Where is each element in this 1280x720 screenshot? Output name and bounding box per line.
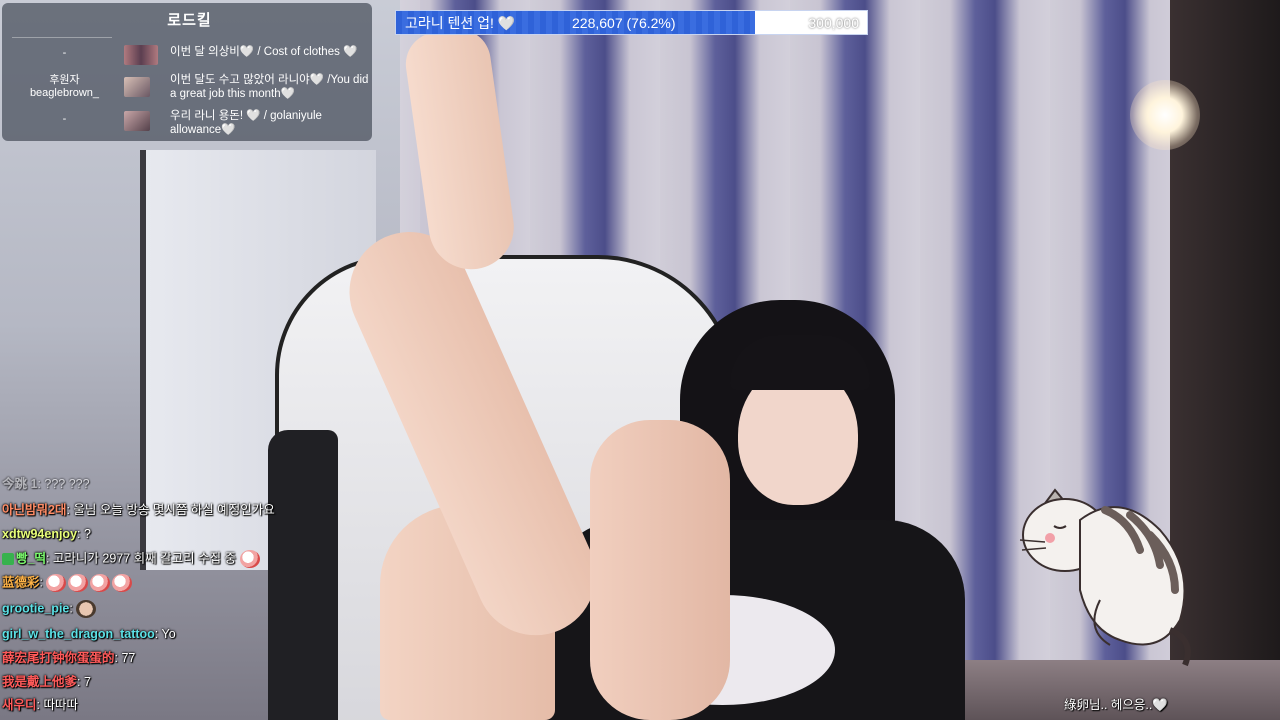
chat-text: : 77 <box>114 651 136 665</box>
goal-current-count: 228,607 (76.2%) <box>572 15 676 31</box>
donor-message-text: 이번 달 의상비🤍 / Cost of clothes 🤍 <box>170 46 358 58</box>
chat-text: : Yo <box>154 627 176 641</box>
chat-text: : <box>39 575 43 590</box>
checkmark-badge-icon <box>2 553 14 565</box>
bottom-right-message: 綠卵님.. 헤으응..🤍 <box>1064 698 1168 712</box>
chat-text: : 7 <box>77 675 91 689</box>
donor-thumbnail <box>124 111 150 131</box>
chat-text: : <box>69 601 73 616</box>
cat-sticker-icon <box>1019 488 1191 667</box>
emote-icon <box>90 574 111 592</box>
chat-username: 새우디 <box>2 698 37 712</box>
chat-username: grootie_pie <box>2 601 70 616</box>
emote-icon <box>68 574 89 592</box>
donor-username: beaglebrown_ <box>29 87 100 99</box>
ring-light-icon <box>1130 80 1200 150</box>
chat-username: 蓝德彩 <box>2 575 40 590</box>
emote-icon <box>76 600 97 618</box>
emote-icon <box>46 574 67 592</box>
chat-message: 今跳 1: ??? ??? <box>2 476 90 492</box>
chat-message: 薛宏尾打钟你蛋蛋的: 77 <box>2 650 135 666</box>
chat-username: 我是戴上他爹 <box>2 675 78 689</box>
donor-divider <box>12 37 112 38</box>
streamer-leg-lower <box>590 420 730 720</box>
donor-thumbnail <box>124 45 158 65</box>
donor-left-dash-2: - <box>62 113 67 125</box>
chat-message: xdtw94enjoy: ? <box>2 526 91 542</box>
donor-ranking-panel: 로드킬 - 후원자 beaglebrown_ - 이번 달 의상비🤍 / Cos… <box>2 3 372 141</box>
chat-message: 蓝德彩: <box>2 574 134 592</box>
streamer-bangs <box>730 335 870 390</box>
chat-text: : 고라니가 2977 회째 갈고리 수집 중 <box>45 551 237 566</box>
donor-role-label: 후원자 <box>49 74 80 86</box>
chat-message: grootie_pie: <box>2 600 98 618</box>
goal-title: 고라니 텐션 업! 🤍 <box>405 15 516 31</box>
donor-left-dash: - <box>62 47 67 59</box>
chat-username: 今跳 1 <box>2 477 38 491</box>
chat-message: girl_w_the_dragon_tattoo: Yo <box>2 626 176 642</box>
chat-message: 我是戴上他爹: 7 <box>2 674 91 690</box>
chat-text: : ? <box>77 527 91 541</box>
donor-thumbnail <box>124 77 150 97</box>
donor-message-text: 이번 달도 수고 많았어 라니야🤍 /You did a great job t… <box>170 74 369 100</box>
chat-username: girl_w_the_dragon_tattoo <box>2 627 155 641</box>
chat-username: xdtw94enjoy <box>2 527 78 541</box>
chat-text: : 따따따 <box>36 698 78 712</box>
chat-text: : 울님 오늘 방송 몇시쯤 하실 예정인가요 <box>66 503 275 517</box>
chat-message: 새우디: 따따따 <box>2 697 78 713</box>
goal-progress-bar: 고라니 텐션 업! 🤍 228,607 (76.2%) 300,000 <box>395 10 868 35</box>
chat-message: 아닌밤뭐2대: 울님 오늘 방송 몇시쯤 하실 예정인가요 <box>2 502 275 518</box>
chat-text: : ??? ??? <box>37 477 90 491</box>
chat-username: 아닌밤뭐2대 <box>2 503 67 517</box>
emote-icon <box>239 550 260 568</box>
goal-target: 300,000 <box>808 15 859 31</box>
chat-message: 빵_떡: 고라니가 2977 회째 갈고리 수집 중 <box>2 550 262 568</box>
chat-username: 薛宏尾打钟你蛋蛋的 <box>2 651 115 665</box>
chat-username: 빵_떡 <box>16 551 46 566</box>
donor-message-text: 우리 라니 용돈! 🤍 / golaniyule allowance🤍 <box>170 110 322 136</box>
chat-overlay: 今跳 1: ??? ??? 아닌밤뭐2대: 울님 오늘 방송 몇시쯤 하실 예정… <box>0 470 420 720</box>
emote-icon <box>112 574 133 592</box>
donor-panel-title: 로드킬 <box>167 12 212 29</box>
